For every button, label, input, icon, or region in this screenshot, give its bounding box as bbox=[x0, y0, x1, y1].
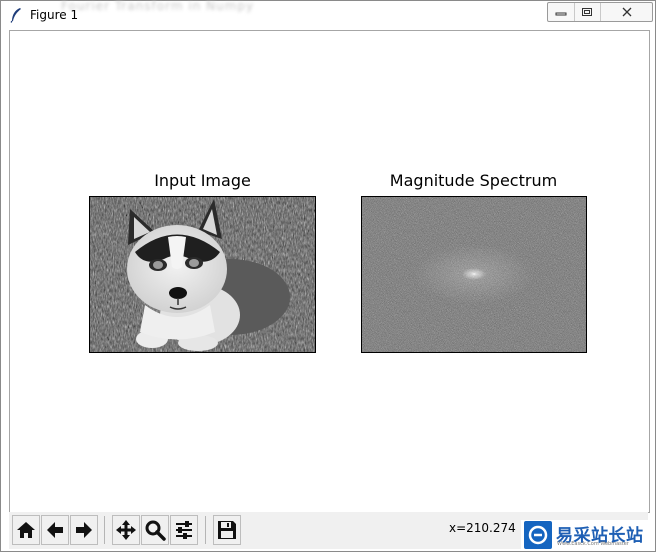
maximize-button[interactable] bbox=[575, 3, 601, 21]
zoom-button[interactable] bbox=[141, 515, 169, 545]
home-icon bbox=[17, 522, 35, 538]
feather-icon bbox=[10, 8, 21, 23]
sliders-icon bbox=[176, 521, 192, 539]
move-arrows-icon bbox=[116, 520, 136, 540]
subplot-title-input-image: Input Image bbox=[154, 171, 251, 190]
magnitude-spectrum-image bbox=[362, 197, 586, 352]
window-controls bbox=[547, 2, 653, 22]
figure-window: Fourier Transform in Numpy Figure 1 Inpu… bbox=[0, 0, 656, 552]
arrow-right-icon bbox=[76, 522, 92, 538]
puppy-image bbox=[90, 197, 315, 352]
magnitude-spectrum-axes[interactable] bbox=[361, 196, 587, 353]
floppy-disk-icon bbox=[218, 521, 236, 539]
save-button[interactable] bbox=[213, 515, 241, 545]
plot-canvas[interactable]: Input Image Magnitude Spectrum bbox=[9, 30, 650, 513]
watermark-subtext: Www.Easck.Com Webmaster bbox=[557, 541, 629, 547]
back-button[interactable] bbox=[41, 515, 69, 545]
arrow-left-icon bbox=[47, 522, 63, 538]
pan-button[interactable] bbox=[112, 515, 140, 545]
forward-button[interactable] bbox=[70, 515, 98, 545]
close-icon bbox=[622, 7, 631, 17]
minimize-icon bbox=[555, 12, 567, 16]
subplot-title-magnitude-spectrum: Magnitude Spectrum bbox=[389, 171, 558, 190]
configure-subplots-button[interactable] bbox=[170, 515, 198, 545]
toolbar-separator bbox=[104, 516, 105, 544]
toolbar-separator bbox=[205, 516, 206, 544]
input-image-axes[interactable] bbox=[89, 196, 316, 353]
window-title: Figure 1 bbox=[30, 8, 79, 22]
cursor-coordinates: x=210.274 bbox=[449, 521, 516, 535]
site-watermark: 易采站长站 Www.Easck.Com Webmaster bbox=[521, 520, 654, 550]
home-button[interactable] bbox=[12, 515, 40, 545]
title-bar[interactable]: Fourier Transform in Numpy Figure 1 bbox=[1, 0, 655, 29]
watermark-logo-icon bbox=[524, 521, 552, 549]
magnifier-icon bbox=[145, 520, 166, 541]
background-window-text: Fourier Transform in Numpy bbox=[61, 0, 255, 13]
minimize-button[interactable] bbox=[548, 3, 575, 21]
close-button[interactable] bbox=[601, 3, 652, 21]
maximize-icon bbox=[582, 8, 593, 16]
